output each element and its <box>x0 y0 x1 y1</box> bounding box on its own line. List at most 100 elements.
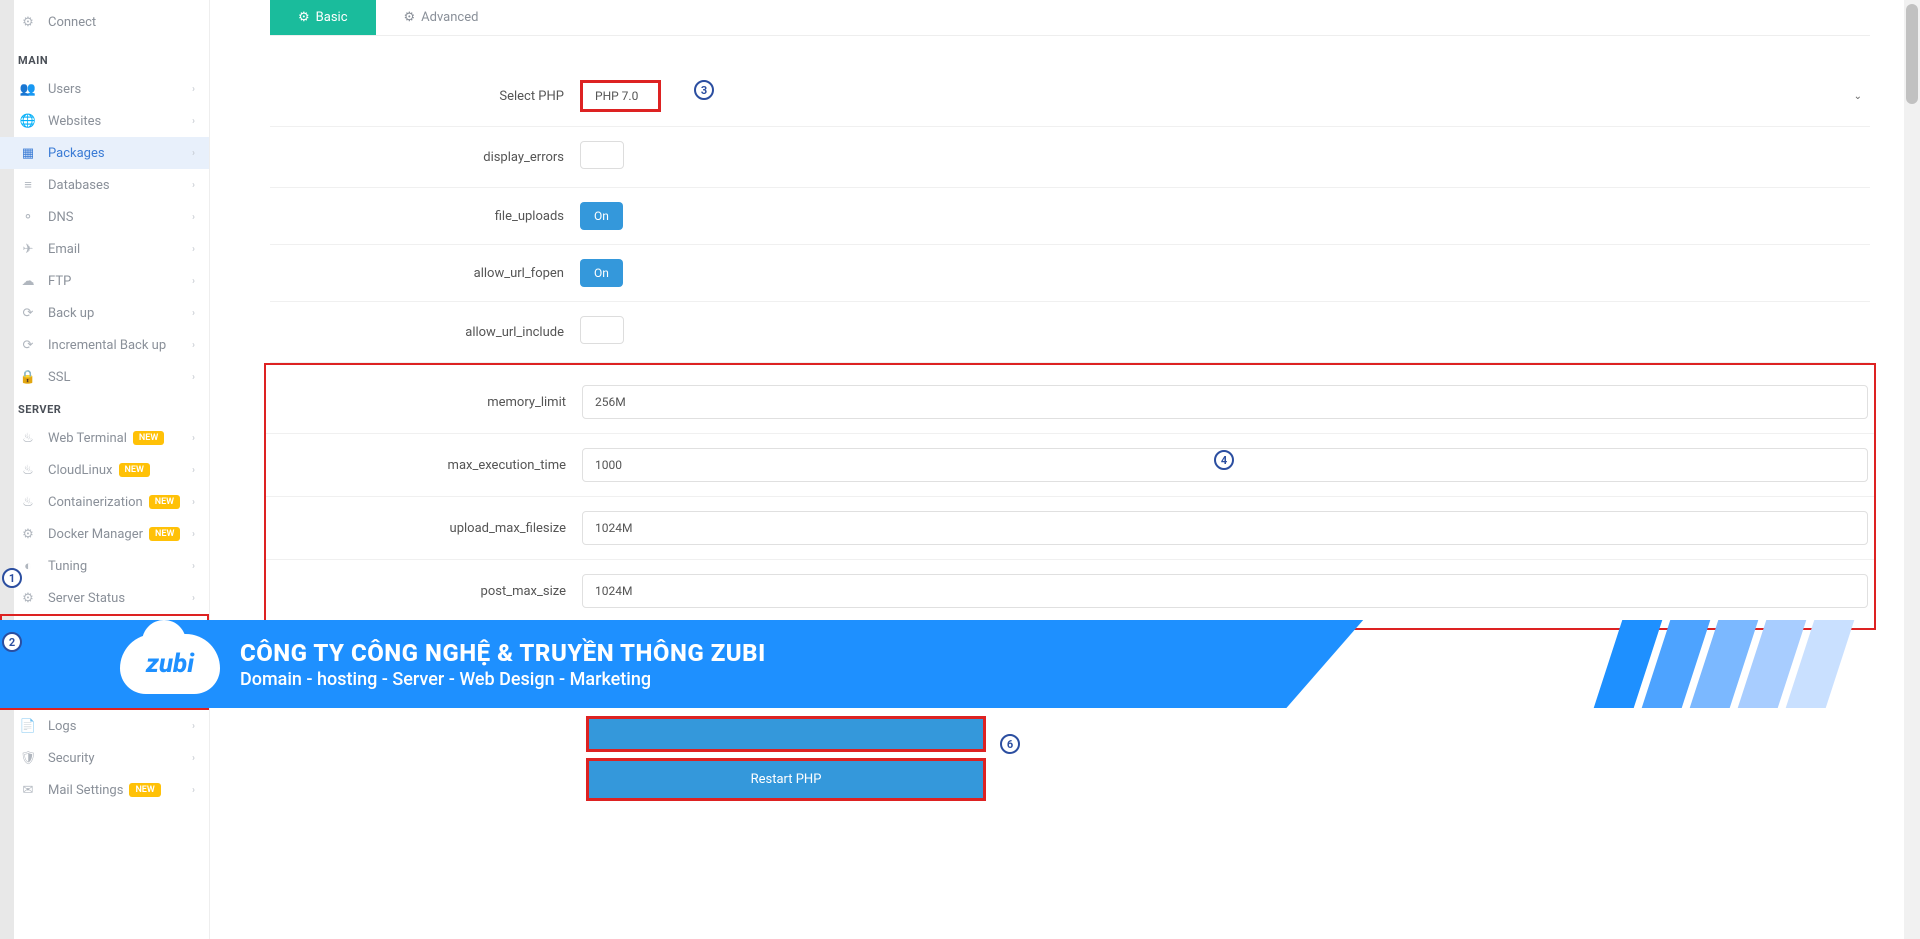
gear-icon: ⚙ <box>298 10 310 25</box>
label-upload-max-filesize: upload_max_filesize <box>272 521 582 536</box>
toggle-allow-url-include[interactable] <box>580 316 624 344</box>
tab-basic[interactable]: ⚙Basic <box>270 0 376 35</box>
fire-icon: ♨ <box>18 430 38 446</box>
toggle-display-errors[interactable] <box>580 141 624 169</box>
sidebar-item-connect[interactable]: ⚙ Connect <box>0 6 209 38</box>
sidebar-item-incremental-backup[interactable]: ⟳Incremental Back up› <box>0 329 209 361</box>
sidebar-item-docker-manager[interactable]: ⚙Docker ManagerNEW› <box>0 518 209 550</box>
sidebar-item-security[interactable]: 🛡Security› <box>0 742 209 774</box>
label-file-uploads: file_uploads <box>270 209 580 224</box>
cloud-icon: ☁ <box>18 273 38 289</box>
globe-icon: 🌐 <box>18 113 38 129</box>
annotation-6: 6 <box>1000 734 1020 754</box>
sidebar-item-cloudlinux[interactable]: ♨CloudLinuxNEW› <box>0 454 209 486</box>
users-icon: 👥 <box>18 81 38 97</box>
toggle-allow-url-fopen[interactable]: On <box>580 259 623 287</box>
dns-icon: ⚬ <box>18 209 38 225</box>
sidebar-item-packages[interactable]: ▦Packages› <box>0 137 209 169</box>
chevron-right-icon: › <box>192 84 195 95</box>
sidebar-item-users[interactable]: 👥Users› <box>0 73 209 105</box>
label-display-errors: display_errors <box>270 150 580 165</box>
sidebar-item-backup[interactable]: ⟳Back up› <box>0 297 209 329</box>
label-max-execution-time: max_execution_time <box>272 458 582 473</box>
chevron-right-icon: › <box>192 433 195 444</box>
fire-icon: ♨ <box>18 462 38 478</box>
sidebar-item-server-status[interactable]: ⚙Server Status› <box>0 582 209 614</box>
lock-icon: 🔒 <box>18 369 38 385</box>
gear-icon: ⚙ <box>18 590 38 606</box>
annotation-2: 2 <box>2 632 22 652</box>
packages-icon: ▦ <box>18 145 38 161</box>
label-allow-url-fopen: allow_url_fopen <box>270 266 580 281</box>
label-memory-limit: memory_limit <box>272 395 582 410</box>
new-badge: NEW <box>149 495 180 509</box>
gear-icon: ⚙ <box>18 14 38 30</box>
sidebar-item-ssl[interactable]: 🔒SSL› <box>0 361 209 393</box>
sidebar-item-dns[interactable]: ⚬DNS› <box>0 201 209 233</box>
annotation-1: 1 <box>2 568 22 588</box>
label: Connect <box>48 15 96 30</box>
backup-icon: ⟳ <box>18 337 38 353</box>
chevron-right-icon: › <box>192 180 195 191</box>
backup-icon: ⟳ <box>18 305 38 321</box>
database-icon: ≡ <box>18 177 38 193</box>
chevron-right-icon: › <box>192 308 195 319</box>
input-upload-max-filesize[interactable] <box>582 511 1868 545</box>
annotation-3: 3 <box>694 80 714 100</box>
sidebar-header-server: SERVER <box>0 393 209 422</box>
fire-icon: ♨ <box>18 494 38 510</box>
new-badge: NEW <box>119 463 150 477</box>
sidebar-item-mail-settings[interactable]: ✉Mail SettingsNEW› <box>0 774 209 806</box>
sidebar-item-ftp[interactable]: ☁FTP› <box>0 265 209 297</box>
sidebar-item-containerization[interactable]: ♨ContainerizationNEW› <box>0 486 209 518</box>
chevron-right-icon: › <box>192 372 195 383</box>
chevron-right-icon: › <box>192 753 195 764</box>
restart-php-button[interactable]: Restart PHP <box>586 758 986 801</box>
tabs: ⚙Basic ⚙Advanced <box>270 0 1870 36</box>
sidebar-item-email[interactable]: ✈Email› <box>0 233 209 265</box>
input-post-max-size[interactable] <box>582 574 1868 608</box>
php-config-form: Select PHP PHP 7.0 ⌄ display_errors file… <box>270 36 1870 831</box>
label-post-max-size: post_max_size <box>272 584 582 599</box>
banner-title: CÔNG TY CÔNG NGHỆ & TRUYỀN THÔNG ZUBI <box>240 639 766 667</box>
sidebar-item-websites[interactable]: 🌐Websites› <box>0 105 209 137</box>
chevron-right-icon: › <box>192 593 195 604</box>
gear-icon: ⚙ <box>18 526 38 542</box>
chevron-right-icon: › <box>192 244 195 255</box>
chevron-right-icon: › <box>192 116 195 127</box>
main-content: ⚙Basic ⚙Advanced Select PHP PHP 7.0 ⌄ di… <box>210 0 1920 939</box>
chevron-right-icon: › <box>192 529 195 540</box>
label-select-php: Select PHP <box>270 89 580 104</box>
sidebar-item-databases[interactable]: ≡Databases› <box>0 169 209 201</box>
sidebar-header-main: MAIN <box>0 44 209 73</box>
gear-icon: ⚙ <box>404 10 416 25</box>
chevron-right-icon: › <box>192 212 195 223</box>
email-icon: ✈ <box>18 241 38 257</box>
label-allow-url-include: allow_url_include <box>270 325 580 340</box>
sidebar-item-web-terminal[interactable]: ♨Web TerminalNEW› <box>0 422 209 454</box>
chevron-right-icon: › <box>192 148 195 159</box>
chevron-right-icon: › <box>192 721 195 732</box>
new-badge: NEW <box>149 527 180 541</box>
save-button[interactable] <box>586 716 986 752</box>
chevron-right-icon: › <box>192 276 195 287</box>
shield-icon: 🛡 <box>18 750 38 766</box>
sidebar: ⚙ Connect MAIN 👥Users› 🌐Websites› ▦Packa… <box>0 0 210 939</box>
new-badge: NEW <box>133 431 164 445</box>
scrollbar[interactable] <box>1904 0 1920 939</box>
chevron-right-icon: › <box>192 497 195 508</box>
mail-icon: ✉ <box>18 782 38 798</box>
new-badge: NEW <box>129 783 160 797</box>
toggle-file-uploads[interactable]: On <box>580 202 623 230</box>
input-memory-limit[interactable] <box>582 385 1868 419</box>
tab-advanced[interactable]: ⚙Advanced <box>376 0 507 35</box>
select-php-dropdown[interactable]: PHP 7.0 <box>580 80 661 112</box>
chevron-right-icon: › <box>192 785 195 796</box>
chevron-down-icon[interactable]: ⌄ <box>1854 91 1862 102</box>
sidebar-item-tuning[interactable]: ◐Tuning› <box>0 550 209 582</box>
scrollbar-thumb[interactable] <box>1906 4 1918 104</box>
chevron-right-icon: › <box>192 340 195 351</box>
annotation-4: 4 <box>1214 450 1234 470</box>
sidebar-item-logs[interactable]: 📄Logs› <box>0 710 209 742</box>
chevron-right-icon: › <box>192 561 195 572</box>
